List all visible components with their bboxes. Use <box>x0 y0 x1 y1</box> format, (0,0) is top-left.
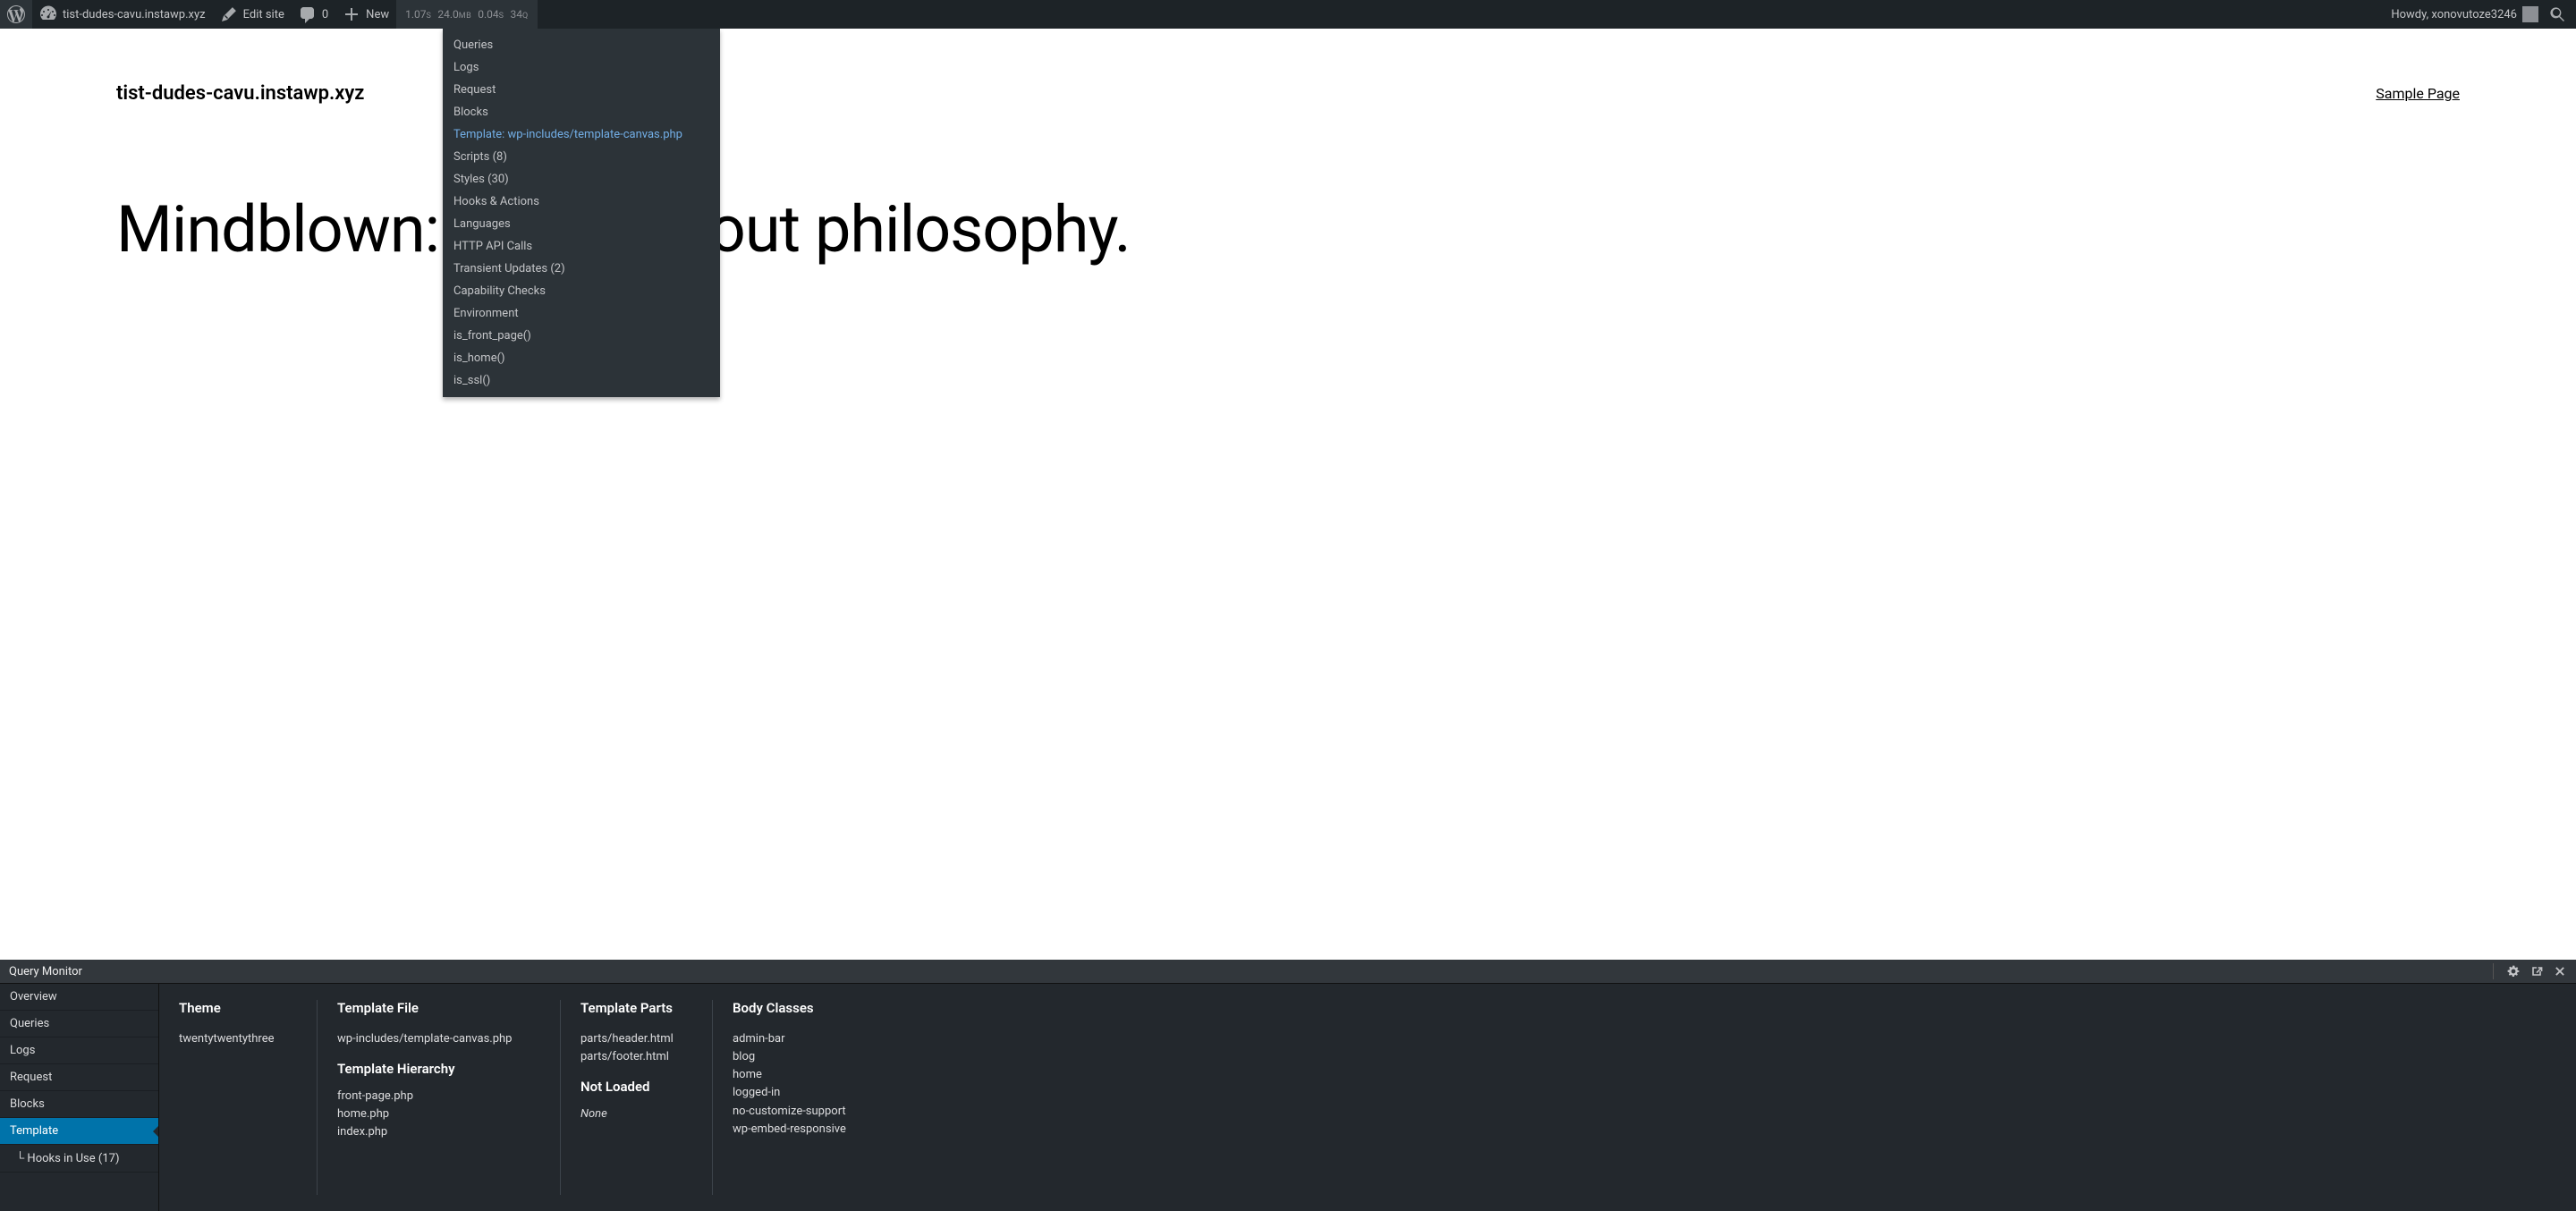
part-item: parts/header.html <box>580 1030 676 1048</box>
qm-col-body-classes: Body Classes admin-barbloghomelogged-inn… <box>733 1000 882 1195</box>
search-toggle[interactable] <box>2546 0 2571 29</box>
body-classes-list: admin-barbloghomelogged-inno-customize-s… <box>733 1030 846 1139</box>
wordpress-icon <box>7 5 25 23</box>
qm-tab[interactable]: Template <box>0 1118 158 1145</box>
dropdown-item[interactable]: Styles (30) <box>443 168 720 191</box>
body-classes-heading: Body Classes <box>733 1000 846 1016</box>
theme-name: twentytwentythree <box>179 1030 281 1048</box>
qm-body: OverviewQueriesLogsRequestBlocksTemplate… <box>0 984 2576 1211</box>
qm-queries: 34Q <box>510 8 528 21</box>
dropdown-item[interactable]: Blocks <box>443 101 720 123</box>
dropdown-item[interactable]: HTTP API Calls <box>443 235 720 258</box>
hierarchy-item: index.php <box>337 1123 524 1141</box>
qm-col-parts: Template Parts parts/header.htmlparts/fo… <box>580 1000 713 1195</box>
dropdown-item[interactable]: is_front_page() <box>443 325 720 347</box>
comments-link[interactable]: 0 <box>292 0 335 29</box>
edit-site-link[interactable]: Edit site <box>213 0 292 29</box>
template-file-value: wp-includes/template-canvas.php <box>337 1030 524 1048</box>
not-loaded-heading: Not Loaded <box>580 1079 676 1095</box>
dropdown-item[interactable]: Scripts (8) <box>443 146 720 168</box>
body-class-item: logged-in <box>733 1084 846 1102</box>
parts-list: parts/header.htmlparts/footer.html <box>580 1030 676 1066</box>
qm-panel-header: Query Monitor <box>0 960 2576 984</box>
dropdown-item[interactable]: Languages <box>443 213 720 235</box>
comments-count: 0 <box>322 8 328 21</box>
howdy-text: Howdy, xonovutoze3246 <box>2391 8 2517 21</box>
qm-dropdown-menu: QueriesLogsRequestBlocksTemplate: wp-inc… <box>443 29 720 397</box>
dropdown-item[interactable]: Template: wp-includes/template-canvas.ph… <box>443 123 720 146</box>
dropdown-item[interactable]: Capability Checks <box>443 280 720 302</box>
body-class-item: home <box>733 1066 846 1084</box>
hierarchy-item: front-page.php <box>337 1088 524 1105</box>
avatar <box>2522 6 2538 22</box>
qm-col-template: Template File wp-includes/template-canva… <box>337 1000 561 1195</box>
body-class-item: no-customize-support <box>733 1103 846 1121</box>
page-site-title[interactable]: tist-dudes-cavu.instawp.xyz <box>116 82 364 105</box>
dropdown-item[interactable]: Queries <box>443 34 720 56</box>
qm-stats-button[interactable]: 1.07S 24.0MB 0.04S 34Q <box>396 0 538 29</box>
comment-icon <box>299 5 317 23</box>
not-loaded-value: None <box>580 1105 676 1123</box>
dashboard-icon <box>39 5 57 23</box>
nav-sample-page[interactable]: Sample Page <box>2376 85 2460 102</box>
qm-col-theme: Theme twentytwentythree <box>179 1000 318 1195</box>
qm-tab[interactable]: └ Hooks in Use (17) <box>0 1145 158 1173</box>
plus-icon <box>343 5 360 23</box>
popout-icon[interactable] <box>2529 964 2544 978</box>
qm-tab[interactable]: Queries <box>0 1011 158 1037</box>
body-class-item: wp-embed-responsive <box>733 1121 846 1139</box>
dropdown-item[interactable]: Request <box>443 79 720 101</box>
admin-bar-left: tist-dudes-cavu.instawp.xyz Edit site 0 … <box>0 0 538 29</box>
theme-heading: Theme <box>179 1000 281 1016</box>
wp-logo[interactable] <box>0 0 32 29</box>
new-content-link[interactable]: New <box>335 0 396 29</box>
dropdown-item[interactable]: Hooks & Actions <box>443 191 720 213</box>
qm-tab[interactable]: Blocks <box>0 1091 158 1118</box>
gear-icon[interactable] <box>2506 964 2521 978</box>
edit-icon <box>220 5 238 23</box>
dropdown-item[interactable]: Environment <box>443 302 720 325</box>
hierarchy-item: home.php <box>337 1105 524 1123</box>
new-text: New <box>366 8 389 21</box>
admin-bar-right: Howdy, xonovutoze3246 <box>2384 0 2576 29</box>
site-name-link[interactable]: tist-dudes-cavu.instawp.xyz <box>32 0 213 29</box>
page-content: tist-dudes-cavu.instawp.xyz Sample Page … <box>0 29 2576 265</box>
qm-sidebar: OverviewQueriesLogsRequestBlocksTemplate… <box>0 984 159 1211</box>
close-icon[interactable] <box>2553 964 2567 978</box>
edit-site-text: Edit site <box>243 8 284 21</box>
body-class-item: admin-bar <box>733 1030 846 1048</box>
dropdown-item[interactable]: is_home() <box>443 347 720 369</box>
search-icon <box>2549 5 2567 23</box>
hierarchy-heading: Template Hierarchy <box>337 1061 524 1077</box>
dropdown-item[interactable]: Transient Updates (2) <box>443 258 720 280</box>
howdy-account[interactable]: Howdy, xonovutoze3246 <box>2384 0 2546 29</box>
qm-tab[interactable]: Logs <box>0 1037 158 1064</box>
qm-header-controls <box>2493 963 2567 979</box>
qm-panel-title: Query Monitor <box>9 965 82 978</box>
separator <box>2493 963 2494 979</box>
qm-panel: Query Monitor OverviewQueriesLogsRequest… <box>0 960 2576 1211</box>
qm-dbtime: 0.04S <box>478 8 504 21</box>
site-name-text: tist-dudes-cavu.instawp.xyz <box>63 8 206 21</box>
qm-content: Theme twentytwentythree Template File wp… <box>159 984 2576 1211</box>
template-file-heading: Template File <box>337 1000 524 1016</box>
parts-heading: Template Parts <box>580 1000 676 1016</box>
qm-tab[interactable]: Overview <box>0 984 158 1011</box>
qm-time: 1.07S <box>405 8 431 21</box>
body-class-item: blog <box>733 1048 846 1066</box>
qm-tab[interactable]: Request <box>0 1064 158 1091</box>
part-item: parts/footer.html <box>580 1048 676 1066</box>
hierarchy-list: front-page.phphome.phpindex.php <box>337 1088 524 1141</box>
qm-memory: 24.0MB <box>437 8 471 21</box>
dropdown-item[interactable]: Logs <box>443 56 720 79</box>
wp-admin-bar: tist-dudes-cavu.instawp.xyz Edit site 0 … <box>0 0 2576 29</box>
dropdown-item[interactable]: is_ssl() <box>443 369 720 392</box>
